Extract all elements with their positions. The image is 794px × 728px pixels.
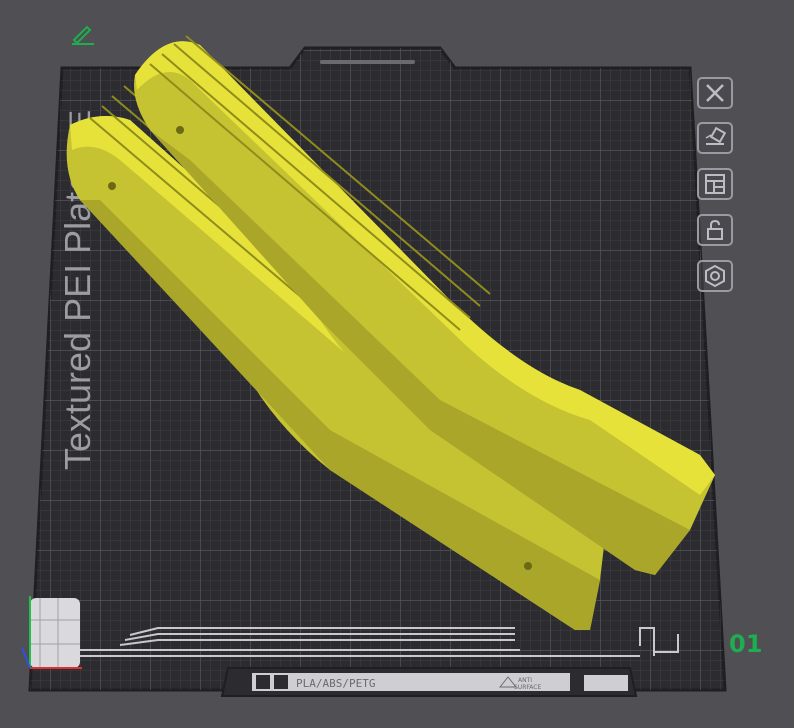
- plate-number[interactable]: 01: [729, 630, 762, 658]
- arrange-button[interactable]: [697, 168, 733, 200]
- auto-orient-icon: [705, 126, 727, 145]
- material-label: PLA/ABS/PETG: [296, 677, 375, 690]
- hexagon-nut-icon: [705, 264, 725, 288]
- axis-gizmo: [21, 596, 82, 669]
- plate-name-text: Textured PEI Plate: [57, 172, 98, 470]
- plate-name: Textured PEI Plate: [57, 172, 98, 470]
- surface-label-2: SURFACE: [514, 684, 541, 691]
- close-plate-button[interactable]: [697, 77, 733, 109]
- arrange-icon: [705, 174, 725, 194]
- 3d-viewport[interactable]: Textured PEI Plate E PLA/ABS/PETG ANTI S…: [0, 0, 794, 728]
- unlock-icon: [707, 219, 723, 240]
- plate-settings-button[interactable]: [697, 260, 733, 292]
- close-icon: [706, 84, 724, 102]
- lock-button[interactable]: [697, 214, 733, 246]
- surface-label-1: ANTI: [518, 677, 532, 684]
- auto-orient-button[interactable]: [697, 122, 733, 154]
- edit-icon[interactable]: [70, 22, 96, 46]
